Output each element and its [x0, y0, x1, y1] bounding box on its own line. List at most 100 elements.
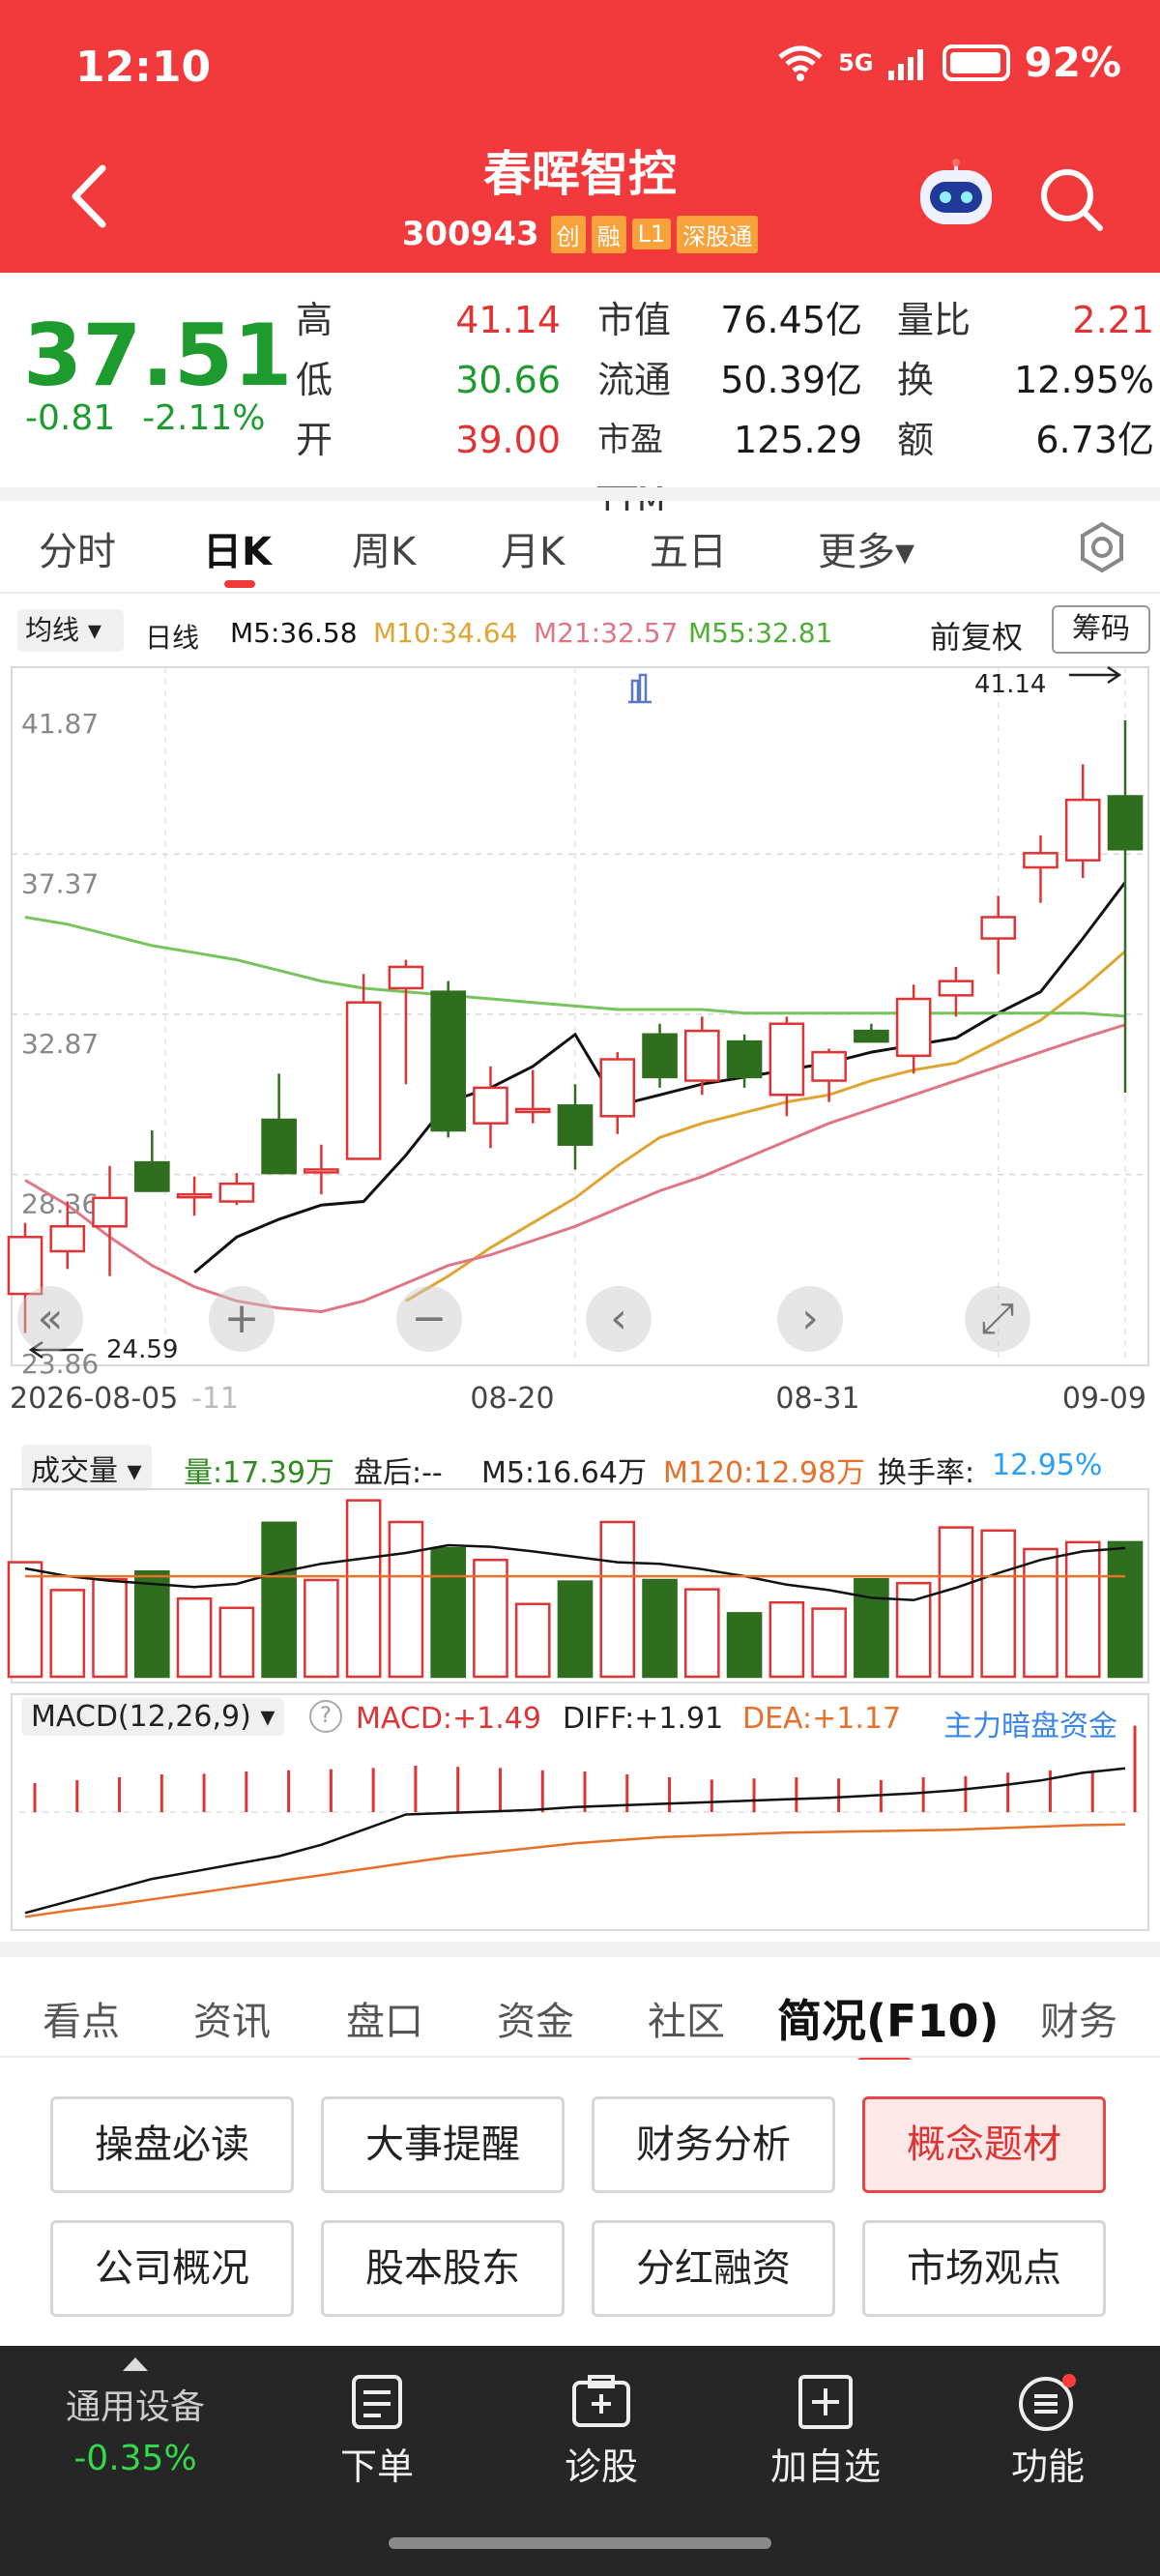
btn-concept-themes[interactable]: 概念题材: [862, 2096, 1106, 2193]
candle-body: [642, 1033, 678, 1079]
candle-body: [388, 965, 424, 990]
volume-bar: [726, 1612, 763, 1679]
candle-body: [218, 1182, 255, 1203]
candle-body: [345, 1001, 382, 1160]
candle-body: [304, 1168, 339, 1174]
chart-type-icon: [628, 673, 652, 704]
fullscreen-icon[interactable]: ⤢: [980, 1294, 1014, 1343]
tab-f10-profile[interactable]: 简况(F10): [777, 1986, 999, 2050]
volume-bar: [599, 1520, 636, 1679]
candle-body: [1107, 795, 1144, 851]
info-tabs: 看点 资讯 盘口 资金 社区 简况(F10) 财务: [0, 1942, 1160, 2067]
candle-body: [1064, 798, 1101, 862]
double-left-icon[interactable]: «: [38, 1294, 64, 1343]
price-panel-frame: [11, 666, 1149, 1366]
btn-major-events[interactable]: 大事提醒: [321, 2096, 565, 2193]
candle-body: [514, 1107, 551, 1114]
sector-index[interactable]: 通用设备 -0.35%: [39, 2356, 232, 2478]
candle-body: [473, 1086, 508, 1125]
menu-icon: [1019, 2374, 1076, 2431]
zoom-in-icon[interactable]: +: [224, 1294, 260, 1343]
volume-bar: [1107, 1540, 1144, 1679]
tab-community[interactable]: 社区: [648, 1990, 725, 2046]
btn-financial-analysis[interactable]: 财务分析: [592, 2096, 835, 2193]
order-label: 下单: [339, 2445, 414, 2488]
x-axis-label: 08-20: [470, 1382, 554, 1416]
add-watchlist-label: 加自选: [769, 2445, 881, 2488]
min-price-label: 24.59: [106, 1335, 178, 1364]
btn-market-views[interactable]: 市场观点: [862, 2220, 1106, 2317]
volume-bar: [768, 1600, 805, 1679]
candle-body: [261, 1118, 297, 1175]
diagnose-button[interactable]: 诊股: [524, 2373, 679, 2490]
y-axis-label: 41.87: [21, 708, 99, 740]
x-axis-label: 09-09: [1062, 1382, 1146, 1416]
candle-body: [895, 997, 932, 1058]
functions-button[interactable]: 功能: [971, 2373, 1125, 2490]
candle-body: [176, 1192, 213, 1199]
candle-body: [726, 1039, 763, 1079]
order-button[interactable]: 下单: [300, 2373, 454, 2490]
volume-bar: [938, 1526, 974, 1679]
volume-bar: [388, 1520, 424, 1679]
volume-bar: [854, 1577, 889, 1679]
volume-bar: [430, 1546, 467, 1679]
volume-bar: [345, 1499, 382, 1679]
f10-button-grid: 操盘必读 大事提醒 财务分析 概念题材 公司概况 股本股东 分红融资 市场观点: [0, 2060, 1160, 2346]
scroll-right-icon[interactable]: ›: [801, 1294, 819, 1343]
volume-bar: [557, 1580, 594, 1679]
btn-shareholders[interactable]: 股本股东: [321, 2220, 565, 2317]
tab-highlights[interactable]: 看点: [43, 1990, 120, 2046]
tab-news[interactable]: 资讯: [193, 1990, 271, 2046]
candle-body: [92, 1196, 128, 1228]
scroll-left-icon[interactable]: ‹: [610, 1294, 627, 1343]
add-watchlist-button[interactable]: 加自选: [748, 2373, 903, 2490]
ma-line-m55: [24, 916, 1126, 1018]
volume-bar: [261, 1521, 297, 1679]
diff-line: [24, 1767, 1126, 1915]
volume-bar: [176, 1596, 213, 1679]
zoom-out-icon[interactable]: −: [412, 1294, 448, 1343]
volume-bar: [514, 1602, 551, 1679]
sector-name: 通用设备: [65, 2387, 205, 2427]
functions-label: 功能: [1010, 2445, 1085, 2488]
volume-bar: [304, 1578, 339, 1679]
volume-bar: [642, 1578, 678, 1679]
candle-body: [854, 1029, 889, 1043]
sector-change: -0.35%: [73, 2439, 197, 2478]
tab-funds[interactable]: 资金: [497, 1990, 574, 2046]
home-indicator[interactable]: [389, 2537, 771, 2549]
candle-body: [7, 1236, 44, 1296]
volume-bar: [980, 1529, 1017, 1679]
tab-financials[interactable]: 财务: [1040, 1990, 1117, 2046]
candle-body: [811, 1050, 847, 1082]
volume-bar: [1023, 1547, 1058, 1679]
candle-body: [430, 990, 467, 1132]
candle-body: [980, 916, 1017, 940]
candle-body: [557, 1104, 594, 1146]
volume-bar: [683, 1588, 720, 1679]
volume-bar: [811, 1607, 847, 1679]
candle-body: [938, 980, 974, 997]
y-axis-label: 23.86: [21, 1348, 99, 1380]
candle-body: [49, 1225, 86, 1253]
bottom-bar: 通用设备 -0.35% 下单 诊股 加自选 功能: [0, 2346, 1160, 2576]
candle-body: [768, 1022, 805, 1097]
y-axis-label: 37.37: [21, 867, 99, 899]
dea-line: [24, 1823, 1126, 1918]
kline-chart-area[interactable]: 41.87 37.37 32.87 28.36 23.86 41.14 24.59 « + − ‹ ›…: [0, 0, 1160, 1942]
btn-trading-must-read[interactable]: 操盘必读: [50, 2096, 294, 2193]
diagnose-label: 诊股: [564, 2445, 638, 2488]
y-axis-label: 28.36: [21, 1188, 99, 1220]
btn-company-overview[interactable]: 公司概况: [50, 2220, 294, 2317]
tab-order-book[interactable]: 盘口: [346, 1990, 423, 2046]
candle-body: [133, 1160, 170, 1192]
candle-body: [1023, 852, 1058, 869]
diagnose-icon: [572, 2375, 630, 2427]
add-icon: [798, 2375, 853, 2429]
x-axis-label: 08-31: [775, 1382, 859, 1416]
y-axis-label: 32.87: [21, 1028, 99, 1060]
max-arrow-icon: [1069, 665, 1122, 685]
btn-dividends-financing[interactable]: 分红融资: [592, 2220, 835, 2317]
x-axis-label: -11: [191, 1382, 239, 1416]
